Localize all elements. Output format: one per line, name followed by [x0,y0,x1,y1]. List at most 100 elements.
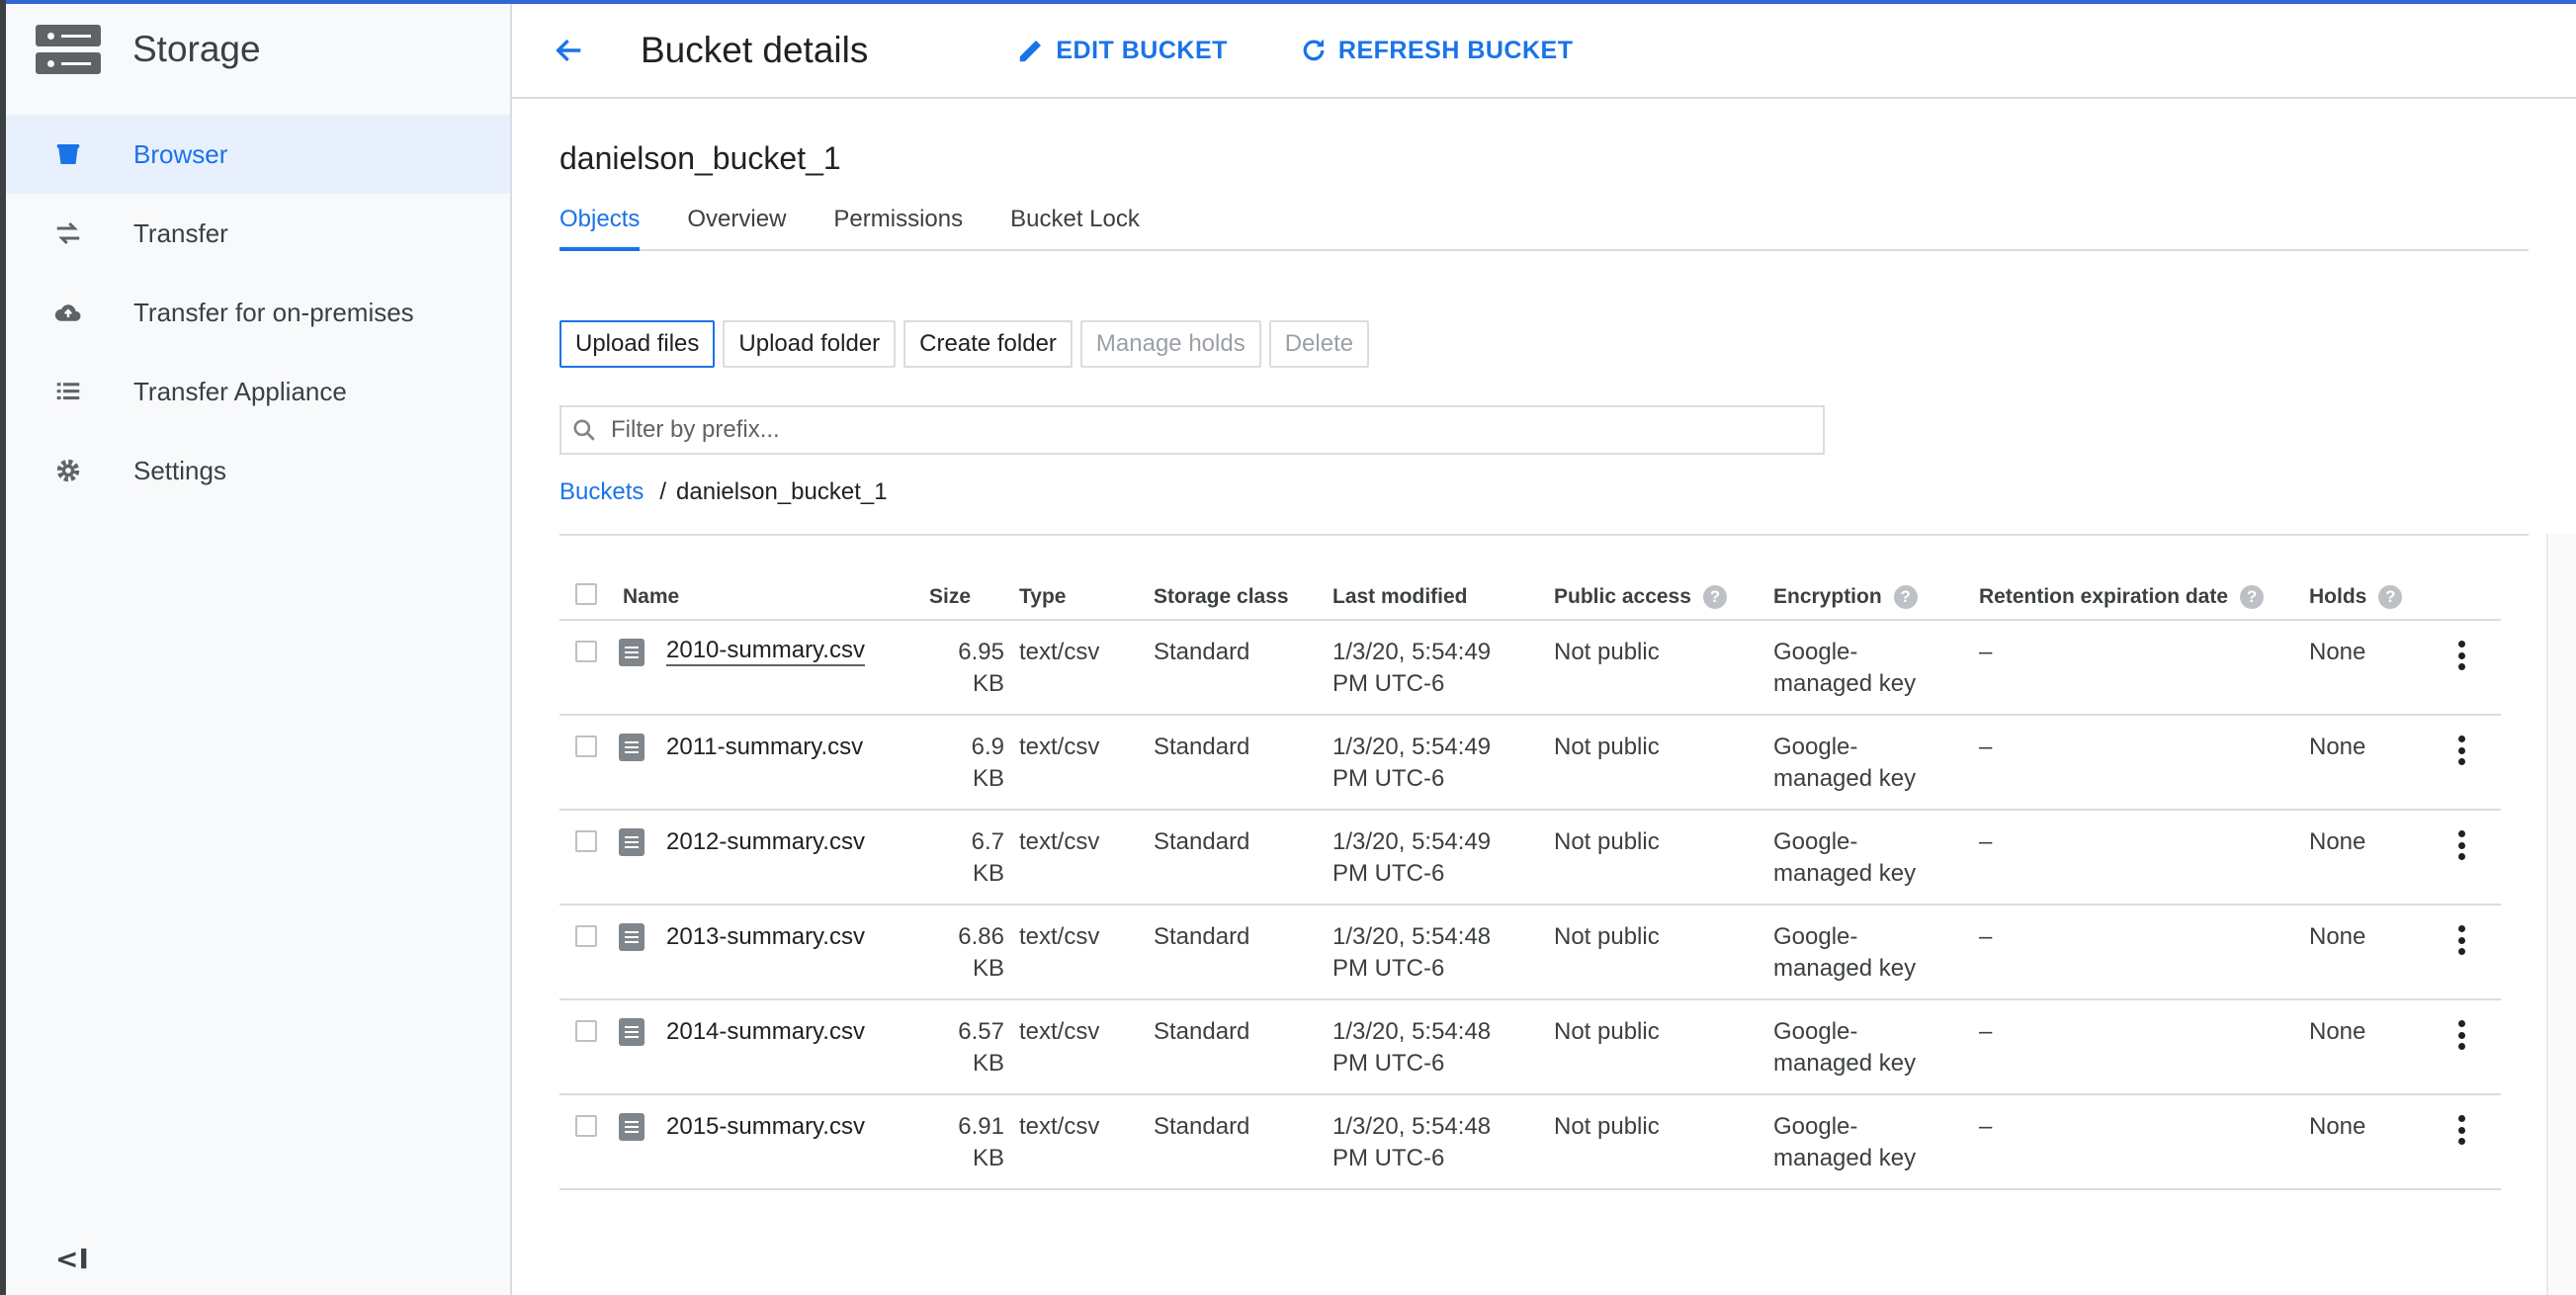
retention-date: – [1979,639,1993,665]
breadcrumb-buckets-link[interactable]: Buckets [559,478,644,506]
size-unit: KB [972,1050,1004,1077]
column-storage-class[interactable]: Storage class [1154,585,1289,609]
column-label: Retention expiration date [1979,585,2229,608]
modified-date: 1/3/20, 5:54:48 [1332,1113,1492,1140]
gear-icon [50,453,86,488]
more-vert-icon[interactable] [2457,1020,2465,1050]
table-row[interactable]: 2013-summary.csv 6.86 KB text/csv Standar… [559,906,2501,1000]
tab-bucket-lock[interactable]: Bucket Lock [1010,200,1140,251]
holds: None [2309,639,2366,665]
more-vert-icon[interactable] [2457,1115,2465,1145]
help-icon[interactable]: ? [1702,585,1727,609]
row-checkbox[interactable] [575,641,597,662]
file-name-link[interactable]: 2011-summary.csv [666,732,863,765]
table-row[interactable]: 2014-summary.csv 6.57 KB text/csv Standar… [559,1000,2501,1095]
encryption-line-2: managed key [1773,765,1917,792]
column-encryption[interactable]: Encryption ? [1773,585,1918,609]
column-holds[interactable]: Holds ? [2309,585,2403,609]
delete-button[interactable]: Delete [1268,320,1370,368]
file-icon [619,923,644,951]
row-checkbox[interactable] [575,925,597,947]
storage-class: Standard [1154,828,1250,855]
file-name-link[interactable]: 2013-summary.csv [666,921,865,955]
modified-time: PM UTC-6 [1332,955,1445,982]
row-checkbox[interactable] [575,1020,597,1042]
file-name-link[interactable]: 2012-summary.csv [666,826,865,860]
file-size: 6.86 KB [925,921,1004,985]
upload-files-button[interactable]: Upload files [559,320,716,368]
edit-bucket-label: EDIT BUCKET [1056,36,1228,64]
column-public-access[interactable]: Public access ? [1554,585,1727,609]
retention-date: – [1979,734,1993,760]
file-name-link[interactable]: 2014-summary.csv [666,1016,865,1050]
help-icon[interactable]: ? [1893,585,1918,609]
sidebar-item-label: Transfer Appliance [133,376,347,406]
column-type[interactable]: Type [1019,585,1066,609]
size-value: 6.9 [971,734,1004,760]
sidebar-item-settings[interactable]: Settings [6,431,510,510]
help-icon[interactable]: ? [2240,585,2265,609]
refresh-bucket-button[interactable]: REFRESH BUCKET [1297,34,1574,67]
manage-holds-button[interactable]: Manage holds [1079,320,1261,368]
file-type: text/csv [1019,923,1100,950]
modified-date: 1/3/20, 5:54:49 [1332,828,1492,855]
retention-date: – [1979,923,1993,950]
row-checkbox[interactable] [575,735,597,757]
table-row[interactable]: 2015-summary.csv 6.91 KB text/csv Standar… [559,1095,2501,1190]
back-arrow-icon[interactable] [550,31,589,70]
table-row[interactable]: 2011-summary.csv 6.9 KB text/csv Standard… [559,716,2501,811]
tab-permissions[interactable]: Permissions [833,200,963,251]
more-vert-icon[interactable] [2457,830,2465,860]
column-retention[interactable]: Retention expiration date ? [1979,585,2265,609]
row-checkbox[interactable] [575,830,597,852]
file-name-link[interactable]: 2015-summary.csv [666,1111,865,1145]
file-size: 6.95 KB [925,637,1004,700]
table-row[interactable]: 2012-summary.csv 6.7 KB text/csv Standard… [559,811,2501,906]
size-value: 6.86 [958,923,1004,950]
column-name[interactable]: Name [623,585,679,609]
modified-date: 1/3/20, 5:54:48 [1332,1018,1492,1045]
select-all-checkbox[interactable] [575,583,597,605]
column-last-modified[interactable]: Last modified [1332,585,1468,609]
edit-bucket-button[interactable]: EDIT BUCKET [1014,34,1228,67]
more-vert-icon[interactable] [2457,925,2465,955]
scrollbar[interactable] [2546,534,2576,1295]
column-label: Public access [1554,585,1691,608]
encryption: Google-managed key [1773,1016,1916,1079]
table-row[interactable]: 2010-summary.csv 6.95 KB text/csv Standar… [559,621,2501,716]
size-unit: KB [972,765,1004,792]
storage-class: Standard [1154,1113,1250,1140]
search-icon [569,415,599,445]
help-icon[interactable]: ? [2378,585,2403,609]
public-access: Not public [1554,1018,1660,1045]
encryption: Google-managed key [1773,732,1916,795]
tab-overview[interactable]: Overview [687,200,786,251]
sidebar-item-browser[interactable]: Browser [6,115,510,194]
encryption-line-1: Google- [1773,1113,1858,1140]
retention-date: – [1979,828,1993,855]
last-modified: 1/3/20, 5:54:49 PM UTC-6 [1332,732,1491,795]
app-title: Storage [132,29,261,69]
more-vert-icon[interactable] [2457,735,2465,765]
file-type: text/csv [1019,639,1100,665]
encryption-line-2: managed key [1773,955,1917,982]
upload-folder-button[interactable]: Upload folder [723,320,897,368]
last-modified: 1/3/20, 5:54:48 PM UTC-6 [1332,921,1491,985]
file-name-link[interactable]: 2010-summary.csv [666,637,865,666]
file-type: text/csv [1019,1018,1100,1045]
collapse-sidebar-button[interactable]: <I [55,1243,89,1275]
encryption-line-1: Google- [1773,1018,1858,1045]
column-size[interactable]: Size [929,585,971,609]
row-checkbox[interactable] [575,1115,597,1137]
filter-input[interactable] [611,416,1797,444]
more-vert-icon[interactable] [2457,641,2465,670]
sidebar-item-transfer[interactable]: Transfer [6,194,510,273]
create-folder-button[interactable]: Create folder [903,320,1073,368]
tab-objects[interactable]: Objects [559,200,641,251]
sidebar-item-transfer-on-premises[interactable]: Transfer for on-premises [6,273,510,352]
pencil-icon [1014,34,1048,67]
object-actions: Upload files Upload folder Create folder… [559,320,1377,368]
holds: None [2309,1018,2366,1045]
tab-bar: Objects Overview Permissions Bucket Lock [559,200,2529,251]
sidebar-item-transfer-appliance[interactable]: Transfer Appliance [6,352,510,431]
